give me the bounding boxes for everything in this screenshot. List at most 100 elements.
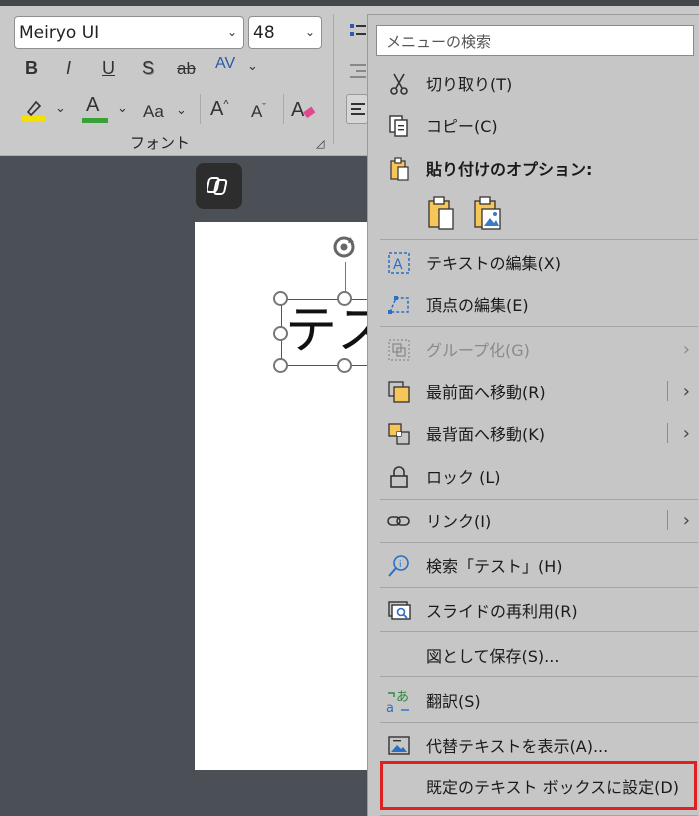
menu-item-label: ロック (L) bbox=[426, 468, 501, 487]
menu-item-label: グループ化(G) bbox=[426, 341, 530, 360]
divider bbox=[283, 94, 284, 124]
bullets-icon[interactable] bbox=[350, 22, 366, 44]
character-spacing-button[interactable]: AV bbox=[215, 55, 235, 73]
paste-options-header: 貼り付けのオプション: bbox=[368, 148, 699, 188]
menu-item-cut[interactable]: 切り取り(T) bbox=[368, 63, 699, 103]
svg-text:A: A bbox=[291, 99, 305, 121]
edit-points-icon bbox=[386, 292, 412, 318]
bring-to-front-icon bbox=[386, 379, 412, 405]
svg-text:A: A bbox=[393, 257, 403, 273]
menu-separator bbox=[380, 326, 698, 327]
chevron-down-icon[interactable]: ⌄ bbox=[227, 25, 237, 39]
reuse-slides-icon bbox=[386, 598, 412, 624]
scissors-icon bbox=[386, 71, 412, 97]
grow-font-button[interactable]: A^ bbox=[210, 98, 229, 121]
indent-icon[interactable] bbox=[350, 61, 366, 81]
menu-item-translate[interactable]: aあ 翻訳(S) bbox=[368, 680, 699, 720]
menu-item-label: 図として保存(S)... bbox=[426, 647, 560, 666]
link-icon bbox=[386, 508, 412, 534]
clear-formatting-icon[interactable]: A bbox=[290, 96, 318, 122]
send-to-back-icon bbox=[386, 421, 412, 447]
menu-item-label: 最背面へ移動(K) bbox=[426, 425, 545, 444]
copilot-button[interactable] bbox=[196, 163, 242, 209]
menu-item-edit-text[interactable]: A テキストの編集(X) bbox=[368, 242, 699, 282]
menu-item-bring-to-front[interactable]: 最前面へ移動(R) › bbox=[368, 371, 699, 411]
change-case-button[interactable]: Aa bbox=[143, 102, 164, 122]
svg-text:あ: あ bbox=[396, 690, 409, 705]
menu-item-edit-points[interactable]: 頂点の編集(E) bbox=[368, 284, 699, 324]
lock-icon bbox=[386, 464, 412, 490]
menu-search-input[interactable]: メニューの検索 bbox=[376, 25, 694, 56]
paste-picture-icon[interactable] bbox=[472, 195, 502, 231]
ribbon-separator bbox=[333, 14, 334, 144]
menu-item-lock[interactable]: ロック (L) bbox=[368, 456, 699, 496]
dialog-launcher-icon[interactable]: ◿ bbox=[316, 137, 324, 150]
menu-item-send-to-back[interactable]: 最背面へ移動(K) › bbox=[368, 413, 699, 453]
chevron-down-icon[interactable]: ⌄ bbox=[305, 25, 315, 39]
alt-text-icon bbox=[386, 733, 412, 759]
chevron-down-icon[interactable]: ⌄ bbox=[117, 100, 128, 116]
copilot-icon bbox=[207, 177, 228, 195]
highlight-pen-icon[interactable] bbox=[20, 96, 46, 122]
shrink-font-button[interactable]: Aˇ bbox=[251, 102, 266, 122]
menu-item-search[interactable]: i 検索「テスト」(H) bbox=[368, 545, 699, 585]
resize-handle[interactable] bbox=[337, 358, 352, 373]
strikethrough-button[interactable]: ab bbox=[177, 59, 196, 79]
menu-item-reuse-slides[interactable]: スライドの再利用(R) bbox=[368, 590, 699, 630]
menu-item-label: リンク(I) bbox=[426, 512, 492, 531]
shadow-button[interactable]: S bbox=[142, 58, 154, 79]
resize-handle[interactable] bbox=[273, 358, 288, 373]
submenu-divider bbox=[667, 423, 668, 443]
font-size-value: 48 bbox=[253, 22, 275, 43]
resize-handle[interactable] bbox=[273, 326, 288, 341]
menu-item-label: スライドの再利用(R) bbox=[426, 602, 578, 621]
chevron-right-icon[interactable]: › bbox=[683, 423, 690, 444]
menu-item-copy[interactable]: コピー(C) bbox=[368, 105, 699, 145]
menu-item-label: 翻訳(S) bbox=[426, 692, 481, 711]
menu-item-alt-text[interactable]: 代替テキストを表示(A)... bbox=[368, 725, 699, 765]
paste-options-label: 貼り付けのオプション: bbox=[426, 160, 593, 179]
menu-item-group: グループ化(G) › bbox=[368, 329, 699, 369]
menu-separator bbox=[380, 542, 698, 543]
font-color-swatch bbox=[82, 118, 108, 123]
submenu-divider bbox=[667, 381, 668, 401]
chevron-down-icon[interactable]: ⌄ bbox=[247, 58, 258, 74]
font-name-value: Meiryo UI bbox=[19, 22, 100, 43]
menu-separator bbox=[380, 676, 698, 677]
menu-item-link[interactable]: リンク(I) › bbox=[368, 500, 699, 540]
divider bbox=[200, 94, 201, 124]
chevron-right-icon: › bbox=[682, 338, 690, 360]
menu-item-label: 最前面へ移動(R) bbox=[426, 383, 546, 402]
align-left-button[interactable] bbox=[346, 94, 368, 124]
highlight-annotation bbox=[380, 761, 697, 810]
paste-keep-format-icon[interactable] bbox=[426, 195, 456, 231]
font-name-combo[interactable]: Meiryo UI ⌄ bbox=[14, 16, 244, 49]
ribbon-group-label: フォント bbox=[130, 134, 191, 152]
bold-button[interactable]: B bbox=[25, 58, 38, 79]
font-color-button[interactable]: A bbox=[82, 94, 108, 124]
resize-handle[interactable] bbox=[337, 291, 352, 306]
grow-font-glyph: A bbox=[210, 98, 224, 120]
submenu-divider bbox=[667, 510, 668, 530]
menu-item-label: 検索「テスト」(H) bbox=[426, 557, 563, 576]
group-icon bbox=[386, 337, 412, 363]
chevron-right-icon[interactable]: › bbox=[683, 381, 690, 402]
resize-handle[interactable] bbox=[273, 291, 288, 306]
context-menu: メニューの検索 切り取り(T) コピー(C) 貼り付けのオプション: A テキス… bbox=[367, 14, 699, 816]
search-icon: i bbox=[386, 553, 412, 579]
menu-item-save-as-picture[interactable]: 図として保存(S)... bbox=[368, 635, 699, 675]
rotate-handle-icon[interactable] bbox=[330, 233, 358, 261]
italic-button[interactable]: I bbox=[66, 58, 71, 79]
font-size-combo[interactable]: 48 ⌄ bbox=[248, 16, 322, 49]
chevron-right-icon[interactable]: › bbox=[683, 510, 690, 531]
clipboard-icon bbox=[386, 156, 412, 182]
font-color-glyph: A bbox=[86, 94, 100, 116]
menu-item-label: テキストの編集(X) bbox=[426, 254, 561, 273]
chevron-down-icon[interactable]: ⌄ bbox=[55, 100, 66, 116]
chevron-down-icon[interactable]: ⌄ bbox=[176, 102, 187, 118]
underline-button[interactable]: U bbox=[102, 58, 115, 79]
menu-separator bbox=[380, 722, 698, 723]
edit-text-icon: A bbox=[386, 250, 412, 276]
menu-separator bbox=[380, 239, 698, 240]
svg-text:i: i bbox=[399, 560, 402, 570]
